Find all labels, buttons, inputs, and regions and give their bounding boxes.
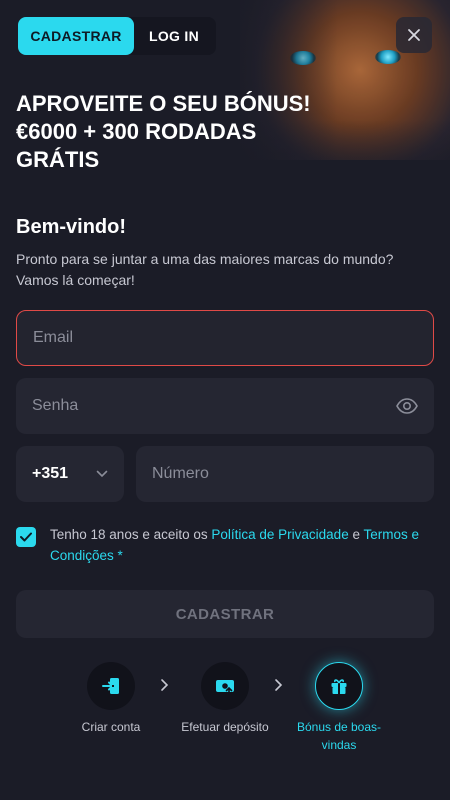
step-label-welcome-bonus: Bónus de boas-vindas — [296, 720, 382, 752]
privacy-policy-link[interactable]: Política de Privacidade — [211, 527, 348, 542]
close-icon — [408, 29, 420, 41]
promo-line: €6000 + 300 RODADAS — [16, 119, 257, 144]
chevron-right-icon — [275, 679, 283, 691]
phone-number-placeholder: Número — [152, 465, 209, 482]
required-mark: * — [113, 548, 123, 563]
age-consent: Tenho 18 anos e aceito os Política de Pr… — [16, 524, 436, 566]
consent-text: Tenho 18 anos e aceito os Política de Pr… — [50, 524, 434, 566]
sign-in-icon — [102, 678, 119, 694]
welcome-subtitle: Pronto para se juntar a uma das maiores … — [16, 251, 394, 288]
close-button[interactable] — [396, 17, 432, 53]
eye-icon[interactable] — [396, 398, 418, 414]
password-placeholder: Senha — [32, 397, 79, 414]
consent-text-and: e — [348, 527, 364, 542]
register-submit-button[interactable]: CADASTRAR — [16, 590, 434, 638]
step-welcome-bonus — [315, 662, 363, 710]
check-icon — [20, 532, 32, 542]
gift-icon — [331, 679, 347, 694]
promo-headline: APROVEITE O SEU BÓNUS! €6000 + 300 RODAD… — [16, 90, 346, 174]
chevron-right-icon — [161, 679, 169, 691]
step-deposit — [201, 662, 249, 710]
password-field[interactable]: Senha — [16, 378, 434, 434]
welcome-title: Bem-vindo! — [16, 216, 126, 238]
auth-tabs: CADASTRAR LOG IN — [18, 17, 216, 55]
promo-line: APROVEITE O SEU BÓNUS! — [16, 91, 311, 116]
tab-login[interactable]: LOG IN — [134, 17, 214, 55]
country-code-select[interactable]: +351 — [16, 446, 124, 502]
phone-number-field[interactable]: Número — [136, 446, 434, 502]
tab-register[interactable]: CADASTRAR — [18, 17, 134, 55]
step-label-deposit: Efetuar depósito — [181, 720, 269, 734]
step-create-account — [87, 662, 135, 710]
promo-line: GRÁTIS — [16, 147, 100, 172]
chevron-down-icon — [96, 470, 108, 478]
country-code-value: +351 — [32, 465, 69, 482]
deposit-icon — [216, 680, 234, 695]
email-field[interactable]: Email — [16, 310, 434, 366]
consent-checkbox[interactable] — [16, 527, 36, 547]
consent-text-before: Tenho 18 anos e aceito os — [50, 527, 212, 542]
step-label-create-account: Criar conta — [81, 720, 141, 734]
email-placeholder: Email — [33, 329, 74, 346]
